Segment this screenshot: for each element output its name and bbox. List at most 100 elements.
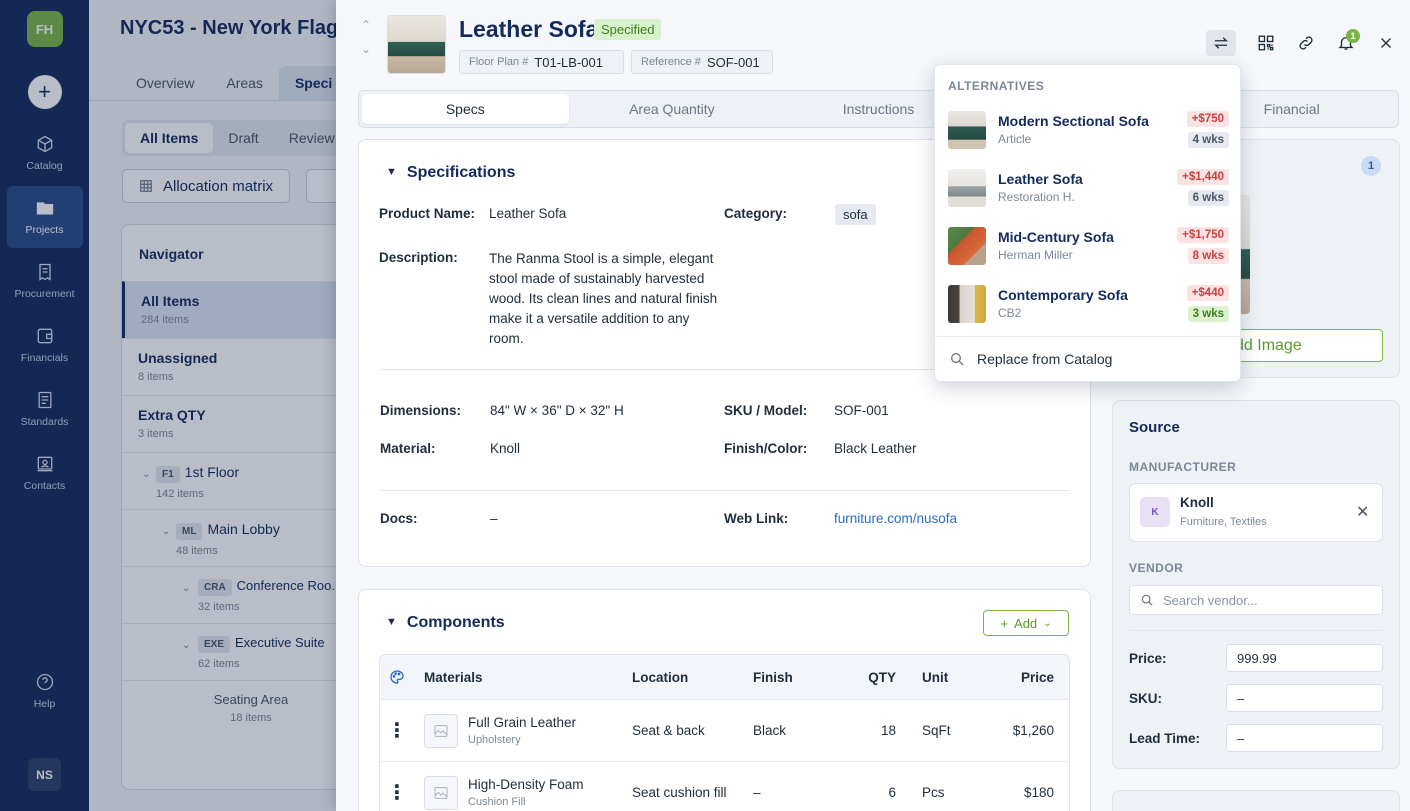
alternative-item[interactable]: Leather Sofa Restoration H. +$1,440 6 wk… <box>935 169 1242 227</box>
column-header-finish[interactable]: Finish <box>753 670 831 685</box>
replace-from-catalog-label: Replace from Catalog <box>977 351 1113 367</box>
alternative-name: Leather Sofa <box>998 171 1083 187</box>
source-heading: Source <box>1129 419 1180 436</box>
material-label: Material: <box>380 441 436 456</box>
swap-icon <box>1214 37 1228 49</box>
vendor-caption: VENDOR <box>1129 561 1184 575</box>
chevron-up-icon[interactable]: ⌃ <box>358 14 374 36</box>
alternative-brand: CB2 <box>998 306 1022 320</box>
alternative-thumbnail <box>948 227 986 265</box>
cell-location: Seat cushion fill <box>632 785 727 800</box>
lead-time-input[interactable]: – <box>1226 724 1383 752</box>
price-delta-badge: +$750 <box>1186 111 1229 127</box>
web-link[interactable]: furniture.com/nusofa <box>834 511 957 526</box>
table-row[interactable]: ⋮ Full Grain Leather Upholstery Seat & ba… <box>380 699 1069 761</box>
more-vertical-icon[interactable]: ⋮ <box>387 721 407 741</box>
lead-time-badge: 3 wks <box>1187 306 1229 322</box>
link-icon <box>1299 36 1313 50</box>
cell-price: $180 <box>1023 785 1054 800</box>
product-name-value: Leather Sofa <box>489 206 567 221</box>
column-header-location[interactable]: Location <box>632 670 753 685</box>
alternative-item[interactable]: Contemporary Sofa CB2 +$440 3 wks <box>935 285 1242 343</box>
price-label: Price: <box>1129 651 1167 666</box>
alternative-brand: Restoration H. <box>998 190 1075 204</box>
chevron-down-icon: ▼ <box>386 166 397 178</box>
chevron-down-icon: ▼ <box>386 616 397 628</box>
column-header-price[interactable]: Price <box>962 670 1067 685</box>
floor-plan-field[interactable]: Floor Plan # T01-LB-001 <box>459 50 624 74</box>
product-name-label: Product Name: <box>379 206 476 221</box>
alternative-name: Modern Sectional Sofa <box>998 113 1149 129</box>
item-stepper: ⌃ ⌄ <box>358 14 374 60</box>
manufacturer-name: Knoll <box>1180 495 1214 510</box>
cell-price: $1,260 <box>1012 723 1054 738</box>
chevron-down-icon: ⌄ <box>1043 617 1052 629</box>
copy-link-button[interactable] <box>1286 30 1326 56</box>
plus-icon: + <box>1000 615 1009 631</box>
close-button[interactable] <box>1366 30 1406 56</box>
specifications-title: Specifications <box>406 164 516 181</box>
lead-time-label: Lead Time: <box>1129 731 1201 746</box>
price-delta-badge: +$440 <box>1186 285 1229 301</box>
alternative-brand: Herman Miller <box>998 248 1073 262</box>
tab-specs[interactable]: Specs <box>362 94 569 124</box>
qr-code-button[interactable] <box>1246 30 1286 56</box>
column-header-unit[interactable]: Unit <box>896 670 962 685</box>
price-delta-badge: +$1,750 <box>1177 227 1229 243</box>
finish-color-label: Finish/Color: <box>724 441 808 456</box>
material-name: Full Grain Leather <box>468 715 577 730</box>
dimensions-label: Dimensions: <box>380 403 462 418</box>
cell-finish: Black <box>753 723 787 738</box>
cell-location: Seat & back <box>632 723 705 738</box>
close-icon <box>1381 38 1391 48</box>
notifications-button[interactable]: 1 <box>1326 29 1366 56</box>
item-thumbnail[interactable] <box>387 15 446 74</box>
components-heading[interactable]: ▼ Components <box>386 614 505 632</box>
alternative-item[interactable]: Modern Sectional Sofa Article +$750 4 wk… <box>935 111 1242 169</box>
column-header-qty[interactable]: QTY <box>831 670 896 685</box>
specifications-heading[interactable]: ▼ Specifications <box>386 164 515 182</box>
chevron-down-icon[interactable]: ⌄ <box>358 38 374 60</box>
cell-qty: 18 <box>880 723 896 738</box>
material-type: Cushion Fill <box>468 796 526 808</box>
notification-count-badge: 1 <box>1346 29 1360 43</box>
price-delta-badge: +$1,440 <box>1177 169 1229 185</box>
reference-value: SOF-001 <box>706 54 760 70</box>
next-card <box>1112 790 1400 811</box>
column-header-materials[interactable]: Materials <box>414 670 632 685</box>
alternatives-button[interactable] <box>1206 30 1236 56</box>
reference-field[interactable]: Reference # SOF-001 <box>631 50 773 74</box>
palette-icon[interactable] <box>389 669 405 685</box>
cell-finish: – <box>753 785 761 800</box>
qr-code-icon <box>1258 35 1274 51</box>
table-header: Materials Location Finish QTY Unit Price <box>380 655 1069 699</box>
close-icon[interactable]: ✕ <box>1356 502 1369 522</box>
manufacturer-category: Furniture, Textiles <box>1180 516 1267 528</box>
vendor-search-input[interactable]: Search vendor... <box>1129 585 1383 615</box>
replace-from-catalog-button[interactable]: Replace from Catalog <box>949 351 1112 367</box>
material-name: High-Density Foam <box>468 777 584 792</box>
sku-label: SKU: <box>1129 691 1162 706</box>
floor-plan-label: Floor Plan # <box>469 56 529 68</box>
image-count-badge: 1 <box>1361 156 1381 176</box>
more-vertical-icon[interactable]: ⋮ <box>387 783 407 803</box>
docs-label: Docs: <box>380 511 418 526</box>
add-image-button[interactable]: dd Image <box>1226 329 1383 362</box>
tab-area-quantity[interactable]: Area Quantity <box>569 94 776 124</box>
manufacturer-card[interactable]: K Knoll Furniture, Textiles ✕ <box>1129 483 1383 542</box>
add-component-label: Add <box>1014 615 1038 631</box>
description-label: Description: <box>379 250 458 265</box>
alternative-thumbnail <box>948 111 986 149</box>
alternative-name: Contemporary Sofa <box>998 287 1128 303</box>
add-component-button[interactable]: + Add ⌄ <box>983 610 1069 636</box>
category-tag: sofa <box>835 204 876 225</box>
alternative-item[interactable]: Mid-Century Sofa Herman Miller +$1,750 8… <box>935 227 1242 285</box>
price-input[interactable]: 999.99 <box>1226 644 1383 672</box>
sku-input[interactable]: – <box>1226 684 1383 712</box>
components-title: Components <box>406 614 505 631</box>
material-value: Knoll <box>490 441 521 456</box>
dimensions-value: 84" W × 36" D × 32" H <box>490 403 624 418</box>
cell-unit: SqFt <box>922 723 951 738</box>
table-row[interactable]: ⋮ High-Density Foam Cushion Fill Seat cus… <box>380 761 1069 811</box>
alternative-thumbnail <box>948 285 986 323</box>
